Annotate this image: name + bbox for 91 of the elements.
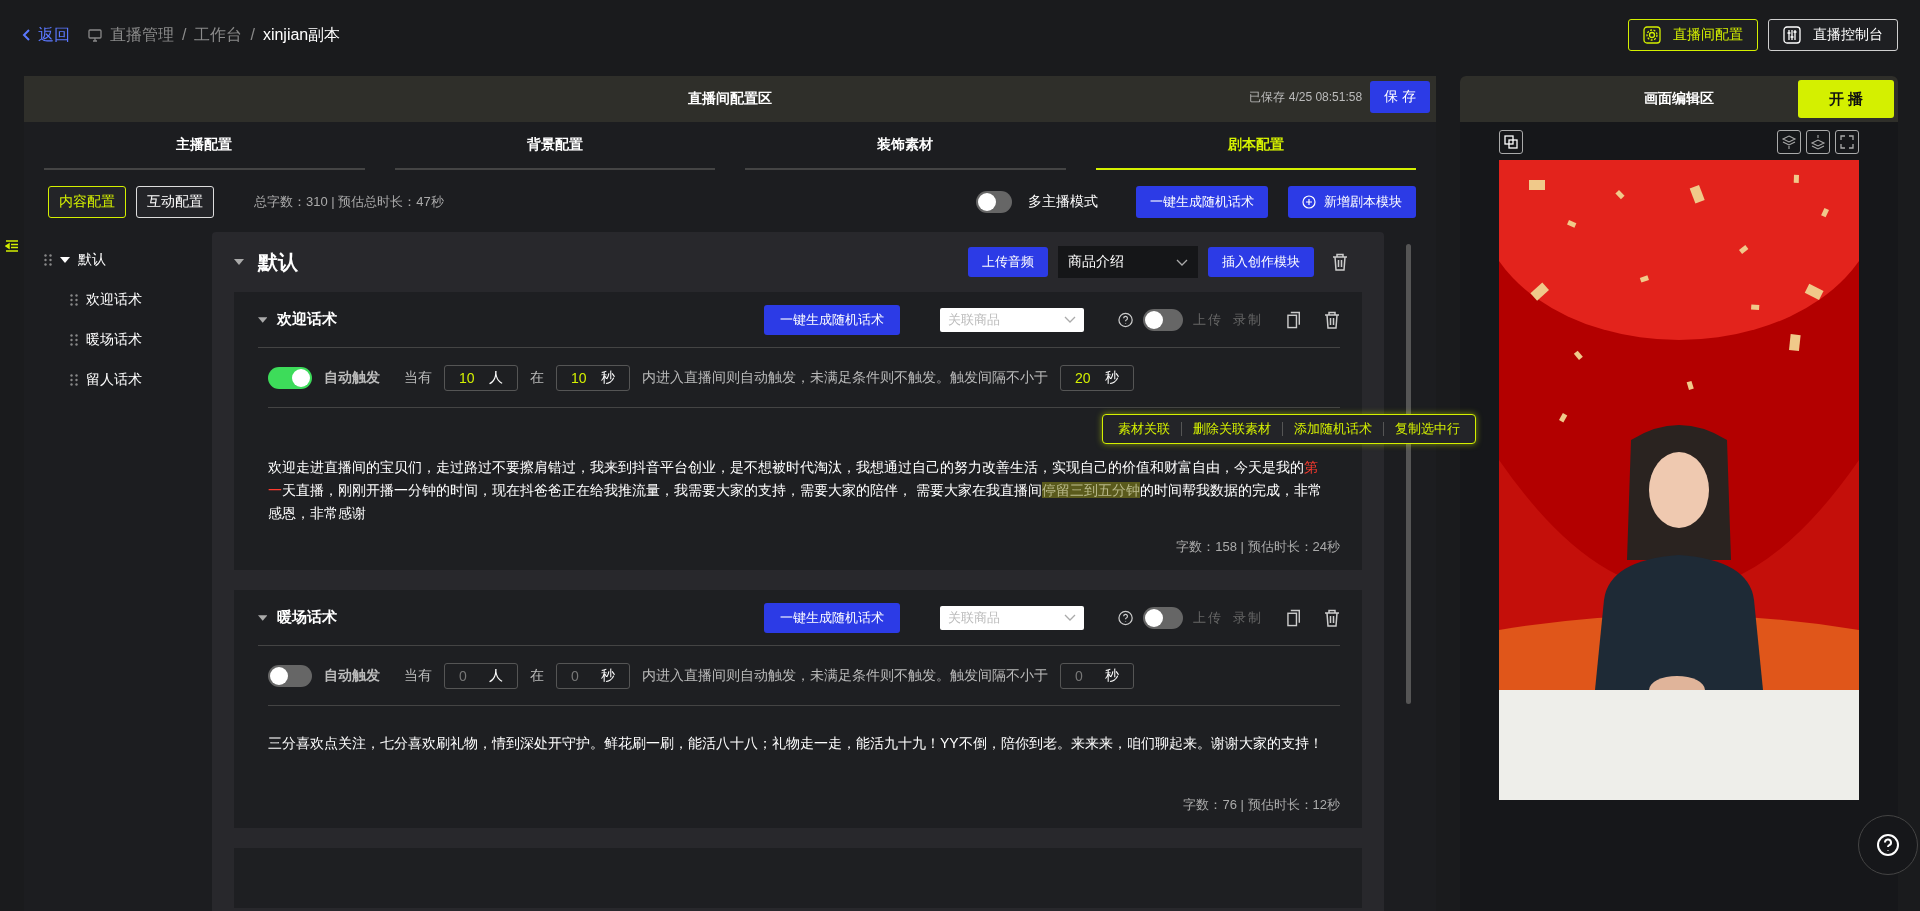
tree-item[interactable]: 默认 (44, 240, 212, 280)
top-button[interactable]: 直播间配置 (1628, 19, 1758, 51)
breadcrumb-separator: / (182, 26, 187, 44)
monitor-icon (88, 28, 102, 42)
layer-up-icon[interactable] (1806, 130, 1830, 154)
menu-item[interactable]: 删除关联素材 (1181, 422, 1282, 436)
saved-time: 已保存 4/25 08:51:58 (1249, 88, 1363, 106)
upload-audio-button[interactable]: 上传音频 (968, 247, 1048, 277)
copy-layer-icon[interactable] (1499, 130, 1523, 154)
audio-toggle[interactable] (1142, 308, 1183, 331)
breadcrumb-current: xinjian副本 (262, 24, 341, 45)
seconds-field[interactable]: 10 秒 (556, 364, 630, 391)
fullscreen-icon[interactable] (1835, 130, 1859, 154)
plus-circle-icon (1302, 195, 1316, 209)
tab[interactable]: 主播配置 (44, 122, 365, 170)
tab[interactable]: 装饰素材 (745, 122, 1066, 170)
breadcrumb-link[interactable]: 工作台 (194, 24, 243, 46)
gear-icon (1643, 26, 1661, 44)
drag-handle-icon[interactable] (44, 254, 52, 266)
interval-field[interactable]: 0 秒 (1060, 662, 1134, 689)
caret-icon (258, 316, 268, 323)
menu-item[interactable]: 素材关联 (1107, 422, 1181, 436)
caret-icon (234, 259, 244, 265)
people-field[interactable]: 0 人 (444, 662, 518, 689)
tree-item[interactable]: 暖场话术 (44, 320, 212, 360)
back-link[interactable]: 返回 (22, 24, 70, 46)
script-text: 三分喜欢点关注，七分喜欢刷礼物，情到深处开守护。鲜花刷一刷，能活八十八；礼物走一走，能活九十九！YY不倒，陪你到老。来来来，咱们聊起来。谢谢大家的支持！ (268, 734, 1324, 753)
drag-handle-icon[interactable] (70, 294, 78, 306)
condition-text: 当有 (404, 666, 432, 685)
interval-field[interactable]: 20 秒 (1060, 364, 1134, 391)
drag-handle-icon[interactable] (70, 334, 78, 346)
seconds-field[interactable]: 0 秒 (556, 662, 630, 689)
breadcrumb-link[interactable]: 直播管理 (110, 24, 174, 46)
add-module-button[interactable]: 新增剧本模块 (1288, 186, 1416, 218)
save-button[interactable]: 保 存 (1370, 81, 1430, 113)
script-title: 欢迎话术 (277, 310, 339, 329)
script-text: 欢迎走进直播间的宝贝们，走过路过不要擦肩错过，我来到抖音平台创业，是不想被时代淘汰，我想通过自己的努力改善生活，实现自己的价值和财富自由，今天是我的第一天直播，刚刚开播一分钟的时间，现在抖爸爸正在给我推流量，我需要大家的支持，需要大家的陪伴， 需要大家在我直播间停留三到五分钟的时间帮我数据的完成，非常感恩，非常感谢 (268, 458, 1323, 523)
auto-trigger-switch[interactable] (268, 664, 312, 687)
chevron-down-icon (1063, 614, 1076, 621)
sliders-icon (1783, 26, 1801, 44)
script-stats: 字数：76 | 预估时长：12秒 (1182, 796, 1340, 814)
condition-text: 内进入直播间则自动触发，未满足条件则不触发。触发间隔不小于 (642, 368, 1048, 387)
copy-icon[interactable] (1286, 310, 1300, 329)
tab[interactable]: 背景配置 (394, 122, 715, 170)
group-title: 默认 (258, 249, 299, 275)
tab[interactable]: 剧本配置 (1095, 122, 1416, 170)
auto-trigger-label: 自动触发 (324, 666, 380, 685)
generate-button[interactable]: 一键生成随机话术 (764, 602, 900, 633)
top-button[interactable]: 直播控制台 (1768, 19, 1898, 51)
generate-button[interactable]: 一键生成随机话术 (1136, 186, 1268, 218)
subtab[interactable]: 互动配置 (136, 186, 214, 218)
generate-button[interactable]: 一键生成随机话术 (764, 304, 900, 335)
condition-text: 当有 (404, 368, 432, 387)
condition-text: 在 (530, 368, 544, 387)
panel-title: 直播间配置区 (688, 90, 772, 108)
script-stats: 字数：158 | 预估时长：24秒 (1175, 538, 1340, 556)
caret-icon (60, 257, 70, 263)
copy-icon[interactable] (1286, 608, 1300, 627)
help-icon[interactable] (1117, 609, 1133, 626)
script-title: 暖场话术 (277, 608, 339, 627)
chevron-left-icon (22, 29, 32, 41)
start-button[interactable]: 开 播 (1798, 80, 1894, 118)
help-icon (1876, 833, 1900, 857)
insert-module-button[interactable]: 插入创作模块 (1208, 247, 1314, 277)
category-select[interactable]: 商品介绍 (1058, 246, 1198, 278)
menu-item[interactable]: 复制选中行 (1383, 422, 1471, 436)
subtab[interactable]: 内容配置 (48, 186, 126, 218)
collapse-menu-icon[interactable] (5, 240, 19, 252)
tree-item[interactable]: 留人话术 (44, 360, 212, 400)
chevron-down-icon (1063, 316, 1076, 323)
drag-handle-icon[interactable] (70, 374, 78, 386)
multi-host-label: 多主播模式 (1028, 193, 1098, 211)
trash-icon[interactable] (1332, 253, 1348, 271)
multi-host-switch[interactable] (976, 191, 1012, 213)
caret-icon (258, 614, 268, 621)
auto-trigger-label: 自动触发 (324, 368, 380, 387)
help-icon[interactable] (1117, 311, 1133, 328)
audio-toggle[interactable] (1142, 606, 1183, 629)
auto-trigger-switch[interactable] (268, 366, 312, 389)
layer-down-icon[interactable] (1777, 130, 1801, 154)
menu-item[interactable]: 添加随机话术 (1282, 422, 1383, 436)
breadcrumb-separator: / (250, 26, 255, 44)
tree-item[interactable]: 欢迎话术 (44, 280, 212, 320)
condition-text: 内进入直播间则自动触发，未满足条件则不触发。触发间隔不小于 (642, 666, 1048, 685)
total-stats: 总字数：310 | 预估总时长：47秒 (254, 193, 445, 211)
trash-icon[interactable] (1324, 310, 1340, 329)
panel-title: 画面编辑区 (1644, 90, 1714, 108)
condition-text: 在 (530, 666, 544, 685)
chevron-down-icon (1176, 258, 1188, 266)
trash-icon[interactable] (1324, 608, 1340, 627)
people-field[interactable]: 10 人 (444, 364, 518, 391)
